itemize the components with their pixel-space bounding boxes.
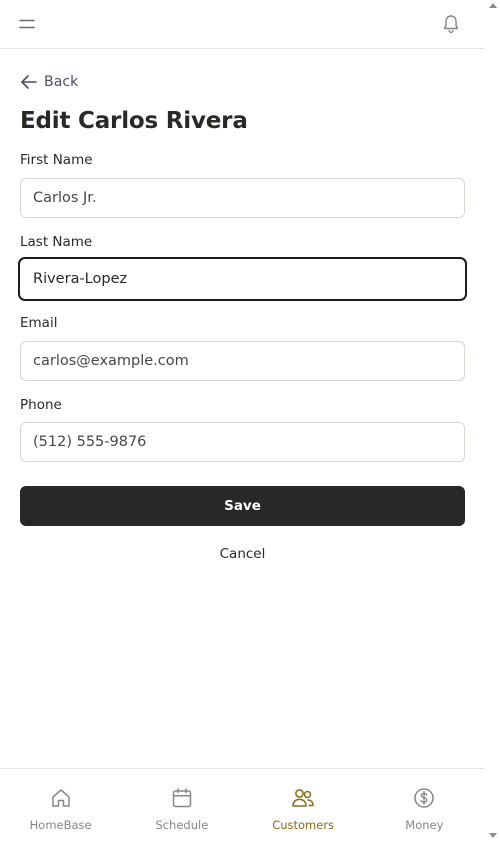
nav-item-money[interactable]: Money bbox=[364, 769, 485, 845]
nav-label-money: Money bbox=[405, 818, 444, 832]
cancel-button[interactable]: Cancel bbox=[20, 542, 465, 566]
nav-item-schedule[interactable]: Schedule bbox=[121, 769, 242, 845]
first-name-input[interactable] bbox=[20, 178, 465, 218]
bell-icon bbox=[443, 15, 459, 34]
arrow-left-icon bbox=[21, 75, 37, 89]
nav-label-customers: Customers bbox=[272, 818, 335, 832]
email-input[interactable] bbox=[20, 341, 465, 381]
page-title: Edit Carlos Rivera bbox=[20, 108, 248, 134]
notifications-button[interactable] bbox=[438, 11, 464, 37]
scroll-up-arrow-icon[interactable] bbox=[489, 3, 497, 8]
calendar-icon bbox=[170, 786, 194, 810]
email-label: Email bbox=[20, 315, 58, 331]
users-icon bbox=[291, 786, 315, 810]
home-icon bbox=[49, 786, 73, 810]
app-viewport: Back Edit Carlos Rivera First Name Last … bbox=[0, 0, 485, 845]
save-button[interactable]: Save bbox=[20, 486, 465, 526]
last-name-input[interactable] bbox=[18, 257, 467, 301]
phone-input[interactable] bbox=[20, 422, 465, 462]
scroll-down-arrow-icon[interactable] bbox=[489, 833, 497, 838]
top-bar bbox=[0, 0, 485, 49]
first-name-label: First Name bbox=[20, 152, 93, 168]
nav-label-homebase: HomeBase bbox=[29, 818, 92, 832]
back-label: Back bbox=[44, 74, 79, 90]
menu-icon bbox=[19, 19, 35, 29]
nav-item-homebase[interactable]: HomeBase bbox=[0, 769, 121, 845]
scrollbar[interactable] bbox=[485, 0, 500, 845]
bottom-navigation: HomeBase Schedule Customers Money bbox=[0, 768, 485, 845]
nav-item-customers[interactable]: Customers bbox=[243, 769, 364, 845]
menu-button[interactable] bbox=[14, 12, 40, 36]
back-link[interactable]: Back bbox=[20, 72, 78, 92]
last-name-label: Last Name bbox=[20, 234, 93, 250]
nav-label-schedule: Schedule bbox=[155, 818, 209, 832]
dollar-circle-icon bbox=[412, 786, 436, 810]
phone-label: Phone bbox=[20, 397, 62, 413]
